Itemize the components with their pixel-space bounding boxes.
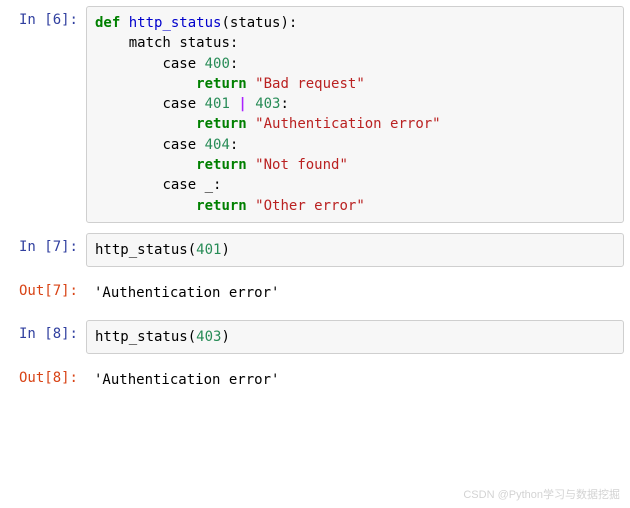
var-status: status — [179, 35, 230, 51]
code-input[interactable]: http_status(403) — [86, 320, 624, 354]
code-cell: In [7]: http_status(401) — [6, 233, 624, 267]
colon: : — [230, 137, 238, 153]
function-name: http_status — [129, 15, 222, 31]
watermark: CSDN @Python学习与数据挖掘 — [463, 486, 620, 502]
code-cell: In [6]: def http_status(status): match s… — [6, 6, 624, 223]
literal-400: 400 — [205, 56, 230, 72]
keyword-def: def — [95, 15, 120, 31]
output-prompt: Out[7]: — [6, 277, 86, 299]
literal-404: 404 — [205, 137, 230, 153]
code-cell: In [8]: http_status(403) — [6, 320, 624, 354]
input-prompt: In [6]: — [6, 6, 86, 28]
output-cell: Out[8]: 'Authentication error' — [6, 364, 624, 396]
keyword-case: case — [162, 177, 196, 193]
paren: ): — [280, 15, 297, 31]
colon: : — [230, 56, 238, 72]
colon: : — [281, 96, 289, 112]
paren: ( — [188, 329, 196, 345]
input-prompt: In [8]: — [6, 320, 86, 342]
call-arg: 401 — [196, 242, 221, 258]
string-not-found: "Not found" — [255, 157, 348, 173]
literal-403: 403 — [255, 96, 280, 112]
keyword-case: case — [162, 56, 196, 72]
param: status — [230, 15, 281, 31]
output-prompt: Out[8]: — [6, 364, 86, 386]
keyword-return: return — [196, 116, 247, 132]
paren: ) — [221, 329, 229, 345]
literal-401: 401 — [205, 96, 230, 112]
code-output: 'Authentication error' — [86, 277, 624, 309]
paren: ( — [221, 15, 229, 31]
keyword-case: case — [162, 137, 196, 153]
keyword-return: return — [196, 76, 247, 92]
pipe-op: | — [238, 96, 246, 112]
keyword-case: case — [162, 96, 196, 112]
colon: : — [230, 35, 238, 51]
call-fn: http_status — [95, 329, 188, 345]
string-other-error: "Other error" — [255, 198, 365, 214]
call-fn: http_status — [95, 242, 188, 258]
code-input[interactable]: http_status(401) — [86, 233, 624, 267]
code-output: 'Authentication error' — [86, 364, 624, 396]
code-input[interactable]: def http_status(status): match status: c… — [86, 6, 624, 223]
wildcard: _ — [205, 177, 213, 193]
colon: : — [213, 177, 221, 193]
call-arg: 403 — [196, 329, 221, 345]
output-cell: Out[7]: 'Authentication error' — [6, 277, 624, 309]
keyword-return: return — [196, 157, 247, 173]
keyword-match: match — [129, 35, 171, 51]
input-prompt: In [7]: — [6, 233, 86, 255]
string-auth-error: "Authentication error" — [255, 116, 440, 132]
keyword-return: return — [196, 198, 247, 214]
paren: ( — [188, 242, 196, 258]
paren: ) — [221, 242, 229, 258]
string-bad-request: "Bad request" — [255, 76, 365, 92]
